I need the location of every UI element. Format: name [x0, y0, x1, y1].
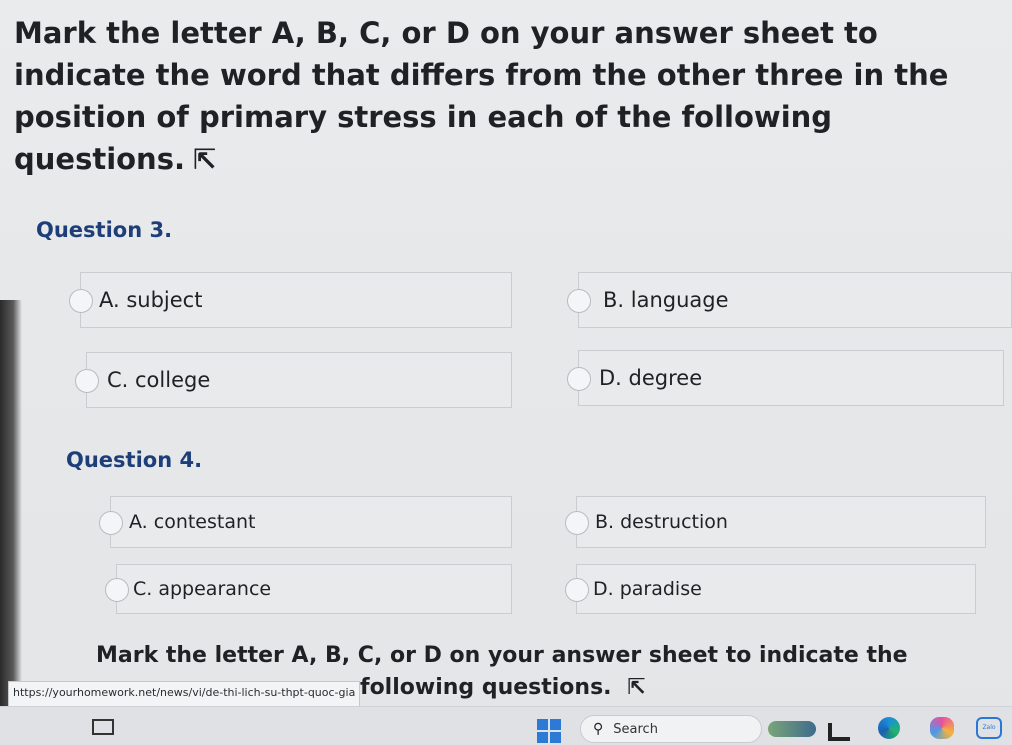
instruction-text: Mark the letter A, B, C, or D on your an… — [14, 16, 949, 176]
radio-button[interactable] — [75, 369, 99, 393]
instruction-heading: Mark the letter A, B, C, or D on your an… — [14, 12, 1004, 181]
zalo-app-icon[interactable]: Zalo — [976, 717, 1002, 739]
next-instruction-line1: Mark the letter A, B, C, or D on your an… — [96, 643, 908, 668]
radio-button[interactable] — [69, 289, 93, 313]
copilot-icon[interactable] — [930, 717, 954, 739]
radio-button[interactable] — [565, 511, 589, 535]
windows-start-icon[interactable] — [537, 719, 561, 743]
file-explorer-icon[interactable] — [828, 723, 850, 741]
option-label: C. college — [107, 368, 211, 392]
status-url-tooltip: https://yourhomework.net/news/vi/de-thi-… — [8, 681, 361, 707]
question-3-option-a[interactable]: A. subject — [69, 272, 512, 328]
option-label: A. contestant — [129, 511, 256, 533]
question-4-option-c[interactable]: C. appearance — [105, 564, 512, 614]
task-view-icon[interactable] — [92, 719, 114, 735]
option-label: D. degree — [599, 366, 703, 390]
question-4-option-d[interactable]: D. paradise — [565, 564, 976, 614]
radio-button[interactable] — [105, 578, 129, 602]
question-3-option-d[interactable]: D. degree — [567, 350, 1004, 406]
option-label: C. appearance — [133, 578, 272, 600]
option-label: A. subject — [99, 288, 203, 312]
collapse-arrow-icon[interactable]: ⇱ — [193, 139, 216, 181]
question-3-title: Question 3. — [36, 218, 173, 242]
collapse-arrow-icon[interactable]: ⇱ — [627, 672, 645, 704]
option-label: B. destruction — [595, 511, 728, 533]
search-icon: ⚲ — [593, 721, 604, 737]
edge-browser-icon[interactable] — [878, 717, 900, 739]
option-label: D. paradise — [593, 578, 702, 600]
question-3-option-c[interactable]: C. college — [75, 352, 512, 408]
widgets-icon[interactable] — [768, 721, 816, 737]
option-label: B. language — [603, 288, 729, 312]
question-4-option-b[interactable]: B. destruction — [565, 496, 986, 548]
next-instruction-line2-text: following questions. — [360, 675, 612, 700]
screen-bezel — [0, 300, 22, 740]
question-4-title: Question 4. — [66, 448, 203, 472]
question-4-option-a[interactable]: A. contestant — [99, 496, 512, 548]
taskbar-search-box[interactable]: ⚲ Search — [580, 715, 762, 743]
radio-button[interactable] — [567, 289, 591, 313]
taskbar: ⚲ Search Zalo — [0, 706, 1012, 745]
radio-button[interactable] — [565, 578, 589, 602]
search-label: Search — [613, 721, 658, 737]
question-3-option-b[interactable]: B. language — [567, 272, 1012, 328]
radio-button[interactable] — [99, 511, 123, 535]
radio-button[interactable] — [567, 367, 591, 391]
